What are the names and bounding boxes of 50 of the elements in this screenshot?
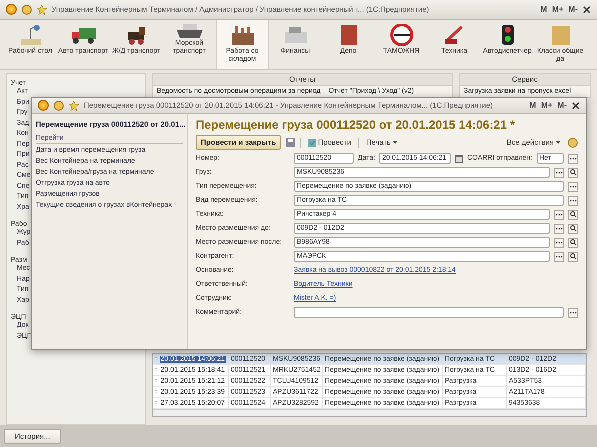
memory-button[interactable]: M+ bbox=[541, 101, 553, 110]
dots-icon[interactable] bbox=[556, 171, 562, 174]
memory-button[interactable]: M- bbox=[558, 101, 567, 110]
choose-button[interactable] bbox=[568, 308, 578, 318]
dots-icon[interactable] bbox=[556, 255, 562, 258]
choose-button[interactable] bbox=[568, 182, 578, 192]
star-icon[interactable] bbox=[37, 4, 47, 14]
factory-icon bbox=[230, 24, 256, 46]
choose-button[interactable] bbox=[554, 210, 564, 220]
calendar-icon[interactable] bbox=[455, 154, 464, 162]
close-icon[interactable] bbox=[583, 6, 591, 14]
cash-register-icon bbox=[282, 24, 308, 46]
horizontal-scrollbar[interactable] bbox=[153, 409, 586, 416]
dots-icon[interactable] bbox=[570, 199, 576, 202]
help-icon[interactable] bbox=[568, 138, 578, 148]
document-check-icon bbox=[155, 399, 158, 407]
choose-button[interactable] bbox=[568, 196, 578, 206]
memory-button[interactable]: M+ bbox=[552, 5, 564, 14]
document-check-icon bbox=[308, 138, 316, 146]
memory-button[interactable]: M bbox=[540, 5, 548, 14]
close-icon[interactable] bbox=[572, 102, 580, 110]
dots-icon[interactable] bbox=[556, 227, 562, 230]
app-logo-icon[interactable] bbox=[6, 4, 17, 15]
document-check-icon bbox=[155, 355, 158, 363]
menu-button[interactable] bbox=[22, 4, 32, 14]
memory-button[interactable]: M- bbox=[568, 5, 578, 14]
app-logo-icon[interactable] bbox=[38, 100, 49, 111]
memory-button[interactable]: M bbox=[530, 101, 536, 110]
choose-button[interactable] bbox=[554, 252, 564, 262]
choose-button[interactable] bbox=[554, 224, 564, 234]
save-icon[interactable] bbox=[286, 138, 296, 147]
caret-icon bbox=[392, 141, 398, 144]
dots-icon[interactable] bbox=[570, 157, 576, 160]
ship-icon bbox=[176, 24, 202, 38]
dots-icon[interactable] bbox=[556, 241, 562, 244]
caret-icon bbox=[556, 141, 561, 144]
document-heading: Перемещение груза 000112520 от 20.01.2015 14:06:21 * bbox=[196, 118, 516, 132]
dots-icon[interactable] bbox=[570, 185, 576, 188]
customs-sign-icon bbox=[388, 24, 414, 46]
choose-button[interactable] bbox=[554, 238, 564, 248]
dots-icon[interactable] bbox=[570, 311, 576, 314]
document-check-icon bbox=[155, 388, 158, 396]
document-check-icon bbox=[155, 377, 158, 385]
document-check-icon bbox=[155, 366, 158, 374]
input-field[interactable] bbox=[294, 307, 564, 318]
star-icon[interactable] bbox=[69, 100, 79, 110]
choose-button[interactable] bbox=[568, 154, 578, 164]
menu-button[interactable] bbox=[54, 100, 64, 110]
choose-button[interactable] bbox=[554, 168, 564, 178]
dots-icon[interactable] bbox=[556, 213, 562, 216]
